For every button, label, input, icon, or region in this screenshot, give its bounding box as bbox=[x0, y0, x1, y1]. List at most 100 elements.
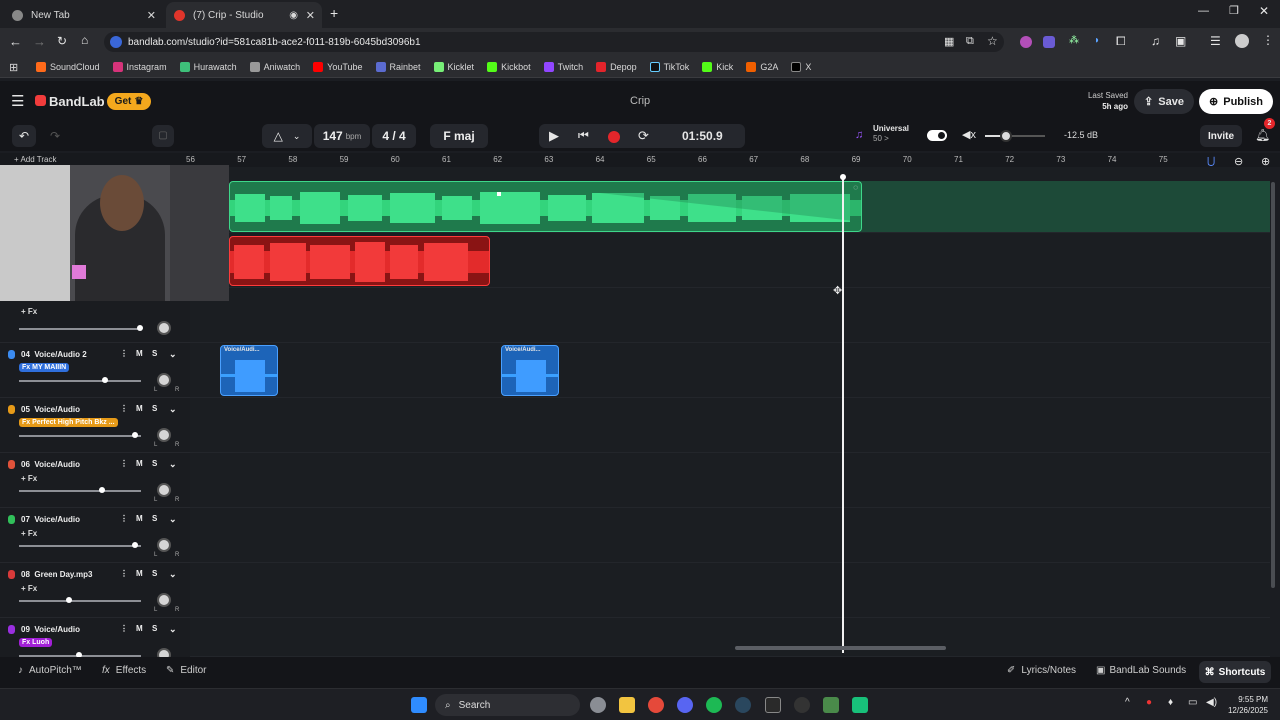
track-header-08[interactable]: 08 Green Day.mp3 ⋮ M S ⌄ + Fx L R bbox=[0, 563, 190, 618]
project-title[interactable]: Crip bbox=[630, 95, 650, 107]
effects-button[interactable]: fx Effects bbox=[102, 665, 146, 676]
extension-icon[interactable] bbox=[1020, 36, 1032, 48]
extension-icon[interactable]: ◗ bbox=[1094, 35, 1100, 46]
chrome-taskbar-icon[interactable] bbox=[648, 697, 664, 713]
track-header-05[interactable]: 05 Voice/Audio ⋮ M S ⌄ Fx Perfect High Pitch … bbox=[0, 398, 190, 453]
file-explorer-icon[interactable] bbox=[619, 697, 635, 713]
track-options-kebab-icon[interactable]: ⋮ bbox=[120, 349, 128, 358]
track-options-kebab-icon[interactable]: ⋮ bbox=[120, 459, 128, 468]
tab-crip-studio[interactable]: (7) Crip - Studio ◉ ✕ bbox=[166, 2, 322, 28]
lane[interactable] bbox=[180, 398, 1270, 453]
clip-tool-icon[interactable]: ▢ bbox=[152, 125, 174, 147]
add-fx-button[interactable]: + Fx bbox=[21, 529, 37, 538]
fx-chain-badge[interactable]: Fx Luoh bbox=[19, 638, 53, 647]
back-icon[interactable]: ← bbox=[9, 34, 22, 49]
tempo-field[interactable]: 147 bpm bbox=[314, 124, 370, 148]
url-bar[interactable]: bandlab.com/studio?id=581ca81b-ace2-f011… bbox=[104, 32, 1004, 52]
horizontal-scrollbar[interactable] bbox=[735, 646, 946, 650]
pan-knob[interactable] bbox=[157, 321, 171, 335]
forward-icon[interactable]: → bbox=[33, 34, 46, 49]
get-membership-button[interactable]: Get ♛ bbox=[107, 93, 151, 110]
track-name[interactable]: 09 Voice/Audio bbox=[21, 625, 80, 634]
bookmark-x[interactable]: X bbox=[791, 61, 811, 72]
app-icon[interactable] bbox=[823, 697, 839, 713]
network-icon[interactable]: ▭ bbox=[1188, 697, 1197, 708]
mute-button[interactable]: M bbox=[136, 514, 143, 523]
track-volume-slider[interactable] bbox=[19, 377, 141, 383]
snap-magnet-icon[interactable]: ⋃ bbox=[1207, 156, 1215, 167]
lane[interactable] bbox=[180, 453, 1270, 508]
track-volume-slider[interactable] bbox=[19, 432, 141, 438]
bookmark-hurawatch[interactable]: Hurawatch bbox=[179, 61, 237, 72]
bandlab-logo[interactable]: BandLab bbox=[49, 94, 105, 109]
preset-selector[interactable]: Universal 50 > bbox=[873, 124, 909, 144]
new-tab-icon[interactable]: + bbox=[330, 5, 338, 21]
bookmark-twitch[interactable]: Twitch bbox=[543, 61, 583, 72]
add-track-button[interactable]: + Add Track bbox=[14, 155, 56, 164]
fx-chain-badge[interactable]: Fx MY MAIIIN bbox=[19, 363, 70, 372]
track-name[interactable]: 06 Voice/Audio bbox=[21, 460, 80, 469]
minimize-icon[interactable]: — bbox=[1198, 5, 1209, 17]
bookmark-kickbot[interactable]: Kickbot bbox=[487, 61, 531, 72]
lane[interactable] bbox=[180, 618, 1270, 657]
chevron-down-icon[interactable]: ⌄ bbox=[169, 514, 177, 525]
track-header-07[interactable]: 07 Voice/Audio ⋮ M S ⌄ + Fx L R bbox=[0, 508, 190, 563]
bookmark-rainbet[interactable]: Rainbet bbox=[375, 61, 421, 72]
add-fx-button[interactable]: + Fx bbox=[21, 474, 37, 483]
close-icon[interactable]: ✕ bbox=[147, 9, 156, 22]
track-volume-slider[interactable] bbox=[19, 542, 141, 548]
tray-app-icon[interactable]: ● bbox=[1146, 697, 1152, 708]
track-header-04[interactable]: 04 Voice/Audio 2 ⋮ M S ⌄ Fx MY MAIIIN L R bbox=[0, 343, 190, 398]
editor-button[interactable]: ✎ Editor bbox=[166, 665, 207, 676]
discord-icon[interactable] bbox=[677, 697, 693, 713]
bandlab-sounds-button[interactable]: ▣ BandLab Sounds bbox=[1096, 665, 1186, 676]
bookmark-star-icon[interactable]: ☆ bbox=[987, 34, 998, 48]
solo-button[interactable]: S bbox=[152, 624, 157, 633]
pan-knob[interactable] bbox=[157, 373, 171, 387]
key-field[interactable]: F maj bbox=[430, 124, 488, 148]
close-icon[interactable]: ✕ bbox=[306, 9, 315, 22]
media-icon[interactable]: ♫ bbox=[1151, 34, 1160, 48]
cast-icon[interactable]: ▦ bbox=[944, 35, 954, 48]
timeline-ruler[interactable]: 56 57 58 59 60 61 62 63 64 65 66 67 68 69 70 71 72 73 74 75 bbox=[180, 153, 1280, 167]
tab-new-tab[interactable]: New Tab ✕ bbox=[4, 2, 164, 28]
record-button[interactable] bbox=[608, 131, 620, 143]
lane[interactable] bbox=[180, 343, 1270, 398]
volume-slider-knob[interactable] bbox=[66, 597, 72, 603]
bookmark-instagram[interactable]: Instagram bbox=[112, 61, 167, 72]
lyrics-notes-button[interactable]: ✐ Lyrics/Notes bbox=[1007, 665, 1076, 676]
solo-button[interactable]: S bbox=[152, 514, 157, 523]
invite-button[interactable]: Invite bbox=[1200, 125, 1242, 147]
redo-icon[interactable]: ↷ bbox=[43, 125, 67, 147]
vertical-scrollbar[interactable] bbox=[1271, 182, 1275, 588]
track-name[interactable]: 07 Voice/Audio bbox=[21, 515, 80, 524]
app-icon[interactable] bbox=[852, 697, 868, 713]
mute-button[interactable]: M bbox=[136, 624, 143, 633]
chevron-down-icon[interactable]: ⌄ bbox=[169, 404, 177, 415]
microphone-icon[interactable]: ♦ bbox=[1168, 697, 1173, 708]
time-signature-field[interactable]: 4 / 4 bbox=[372, 124, 416, 148]
pan-knob[interactable] bbox=[157, 483, 171, 497]
extensions-puzzle-icon[interactable]: ⧠ bbox=[1116, 34, 1126, 49]
pan-knob[interactable] bbox=[157, 428, 171, 442]
solo-button[interactable]: S bbox=[152, 459, 157, 468]
track-options-kebab-icon[interactable]: ⋮ bbox=[120, 404, 128, 413]
bookmark-tiktok[interactable]: TikTok bbox=[649, 61, 689, 72]
solo-button[interactable]: S bbox=[152, 404, 157, 413]
pan-knob[interactable] bbox=[157, 593, 171, 607]
metronome-button[interactable]: △ ⌄ bbox=[262, 124, 312, 148]
extension-icon[interactable]: ⁂ bbox=[1069, 35, 1079, 46]
audio-clip-red[interactable] bbox=[229, 236, 490, 286]
track-header-06[interactable]: 06 Voice/Audio ⋮ M S ⌄ + Fx L R bbox=[0, 453, 190, 508]
fx-chain-badge[interactable]: Fx Perfect High Pitch Bkz ... bbox=[19, 418, 118, 427]
extension-icon[interactable] bbox=[1043, 36, 1055, 48]
site-info-icon[interactable] bbox=[110, 36, 122, 48]
lane[interactable] bbox=[180, 563, 1270, 618]
track-volume-slider[interactable] bbox=[19, 597, 141, 603]
rewind-to-start-icon[interactable]: ⏮ bbox=[578, 128, 589, 143]
bookmark-aniwatch[interactable]: Aniwatch bbox=[249, 61, 300, 72]
track-name[interactable]: 05 Voice/Audio bbox=[21, 405, 80, 414]
add-fx-button[interactable]: + Fx bbox=[21, 584, 37, 593]
settings-gear-icon[interactable] bbox=[590, 697, 606, 713]
windows-start-icon[interactable] bbox=[411, 697, 427, 713]
